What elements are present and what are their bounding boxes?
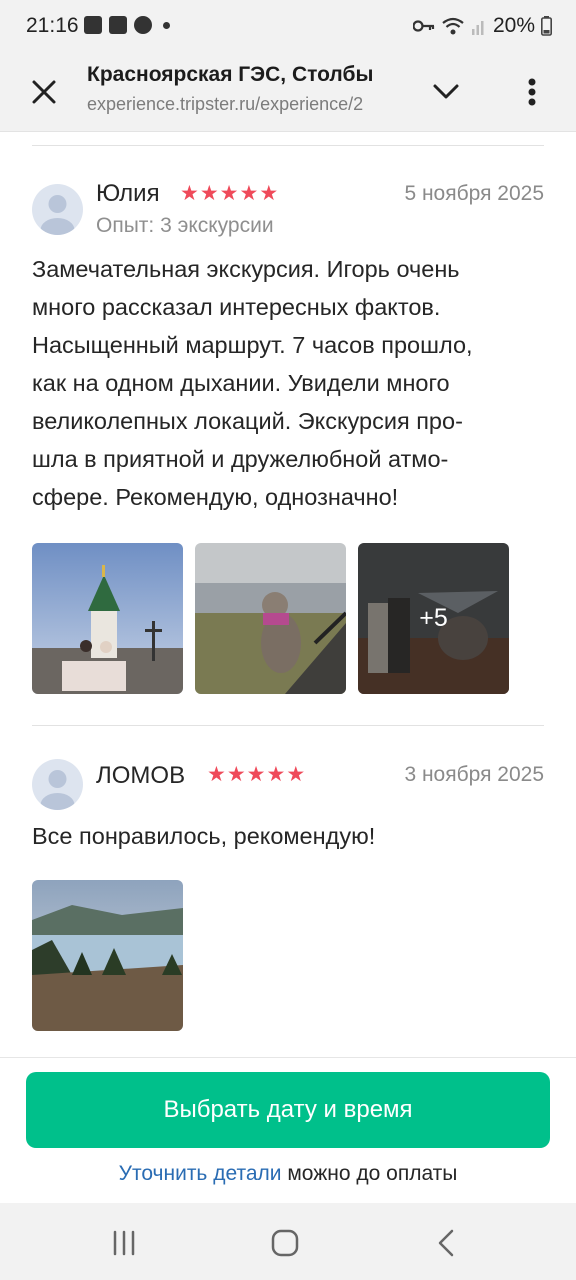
status-bar: 21:16 20% — [0, 0, 576, 52]
review-text-line: великолепных локаций. Экскурсия про- — [32, 408, 463, 434]
star-icon: ★ — [219, 182, 239, 205]
review-photos — [32, 880, 183, 1031]
signal-icon — [471, 21, 484, 35]
avatar — [32, 184, 83, 235]
review-photo-figure[interactable] — [195, 543, 346, 694]
select-date-time-button[interactable]: Выбрать дату и время — [26, 1072, 550, 1148]
page-title: Красноярская ГЭС, Столбы — [87, 63, 374, 86]
review-card: ЛОМОВ ★ ★ ★ ★ ★ 3 ноября 2025 Все понрав… — [32, 751, 544, 1041]
recent-apps-icon[interactable] — [108, 1227, 140, 1259]
more-notifications-icon — [163, 21, 170, 29]
wifi-icon — [442, 17, 464, 35]
review-text-line: сфере. Рекомендую, однозначно! — [32, 484, 399, 510]
divider — [32, 145, 544, 146]
details-link[interactable]: Уточнить детали — [119, 1162, 282, 1185]
star-icon: ★ — [246, 763, 266, 786]
divider — [32, 725, 544, 726]
gallery-icon — [84, 16, 102, 34]
review-text: Все понравилось, рекомендую! — [32, 823, 376, 849]
review-photo-landscape[interactable] — [32, 880, 183, 1031]
review-date: 5 ноября 2025 — [404, 182, 544, 205]
review-date: 3 ноября 2025 — [404, 763, 544, 786]
star-icon: ★ — [266, 763, 286, 786]
star-icon: ★ — [180, 182, 199, 205]
user-placeholder-icon — [40, 770, 75, 810]
key-icon — [412, 20, 435, 32]
review-text-line: много рассказал интересных фактов. — [32, 294, 441, 320]
booking-panel: Выбрать дату и время Уточнить детали мож… — [0, 1057, 576, 1203]
review-author: Юлия — [96, 180, 160, 207]
review-photo-more[interactable]: +5 — [358, 543, 509, 694]
review-photo-chapel[interactable] — [32, 543, 183, 694]
browser-toolbar: Красноярская ГЭС, Столбы experience.trip… — [0, 52, 576, 132]
rating-stars: ★ ★ ★ ★ ★ — [180, 182, 278, 206]
status-time: 21:16 — [26, 14, 79, 37]
review-author: ЛОМОВ — [96, 762, 186, 789]
review-photos: +5 — [32, 543, 509, 694]
more-photos-count: +5 — [358, 543, 509, 694]
star-icon: ★ — [259, 182, 279, 205]
review-text-line: Насыщенный маршрут. 7 часов прошло, — [32, 332, 473, 358]
user-placeholder-icon — [40, 195, 75, 235]
battery-percent: 20% — [492, 14, 535, 37]
star-icon: ★ — [226, 763, 246, 786]
star-icon: ★ — [199, 182, 219, 205]
rating-stars: ★ ★ ★ ★ ★ — [207, 763, 305, 787]
review-text-line: Замечательная экскурсия. Игорь очень — [32, 256, 460, 282]
page-info[interactable]: Красноярская ГЭС, Столбы experience.trip… — [87, 60, 403, 118]
checkbox-icon — [109, 16, 127, 34]
details-suffix: можно до оплаты — [281, 1162, 458, 1185]
review-text-line: как на одном дыхании. Увидели много — [32, 370, 450, 396]
review-experience: Опыт: 3 экскурсии — [96, 214, 274, 237]
close-icon[interactable] — [28, 76, 60, 108]
avatar — [32, 759, 83, 810]
review-card: Юлия ★ ★ ★ ★ ★ 5 ноября 2025 Опыт: 3 экс… — [32, 176, 544, 696]
details-note: Уточнить детали можно до оплаты — [0, 1162, 576, 1186]
chevron-down-icon[interactable] — [430, 78, 462, 106]
back-icon[interactable] — [431, 1227, 463, 1259]
star-icon: ★ — [207, 763, 226, 786]
star-icon: ★ — [239, 182, 259, 205]
system-navigation-bar — [0, 1203, 576, 1280]
review-text: Замечательная экскурсия. Игорь очень мно… — [32, 250, 544, 516]
page-url: experience.tripster.ru/experience/2 — [87, 94, 364, 114]
notification-icons — [84, 16, 170, 34]
app-icon — [134, 16, 152, 34]
review-text-line: шла в приятной и дружелюбной атмо- — [32, 446, 449, 472]
more-options-icon[interactable] — [518, 72, 546, 112]
star-icon: ★ — [286, 763, 306, 786]
home-icon[interactable] — [269, 1227, 301, 1259]
battery-icon — [541, 16, 552, 36]
